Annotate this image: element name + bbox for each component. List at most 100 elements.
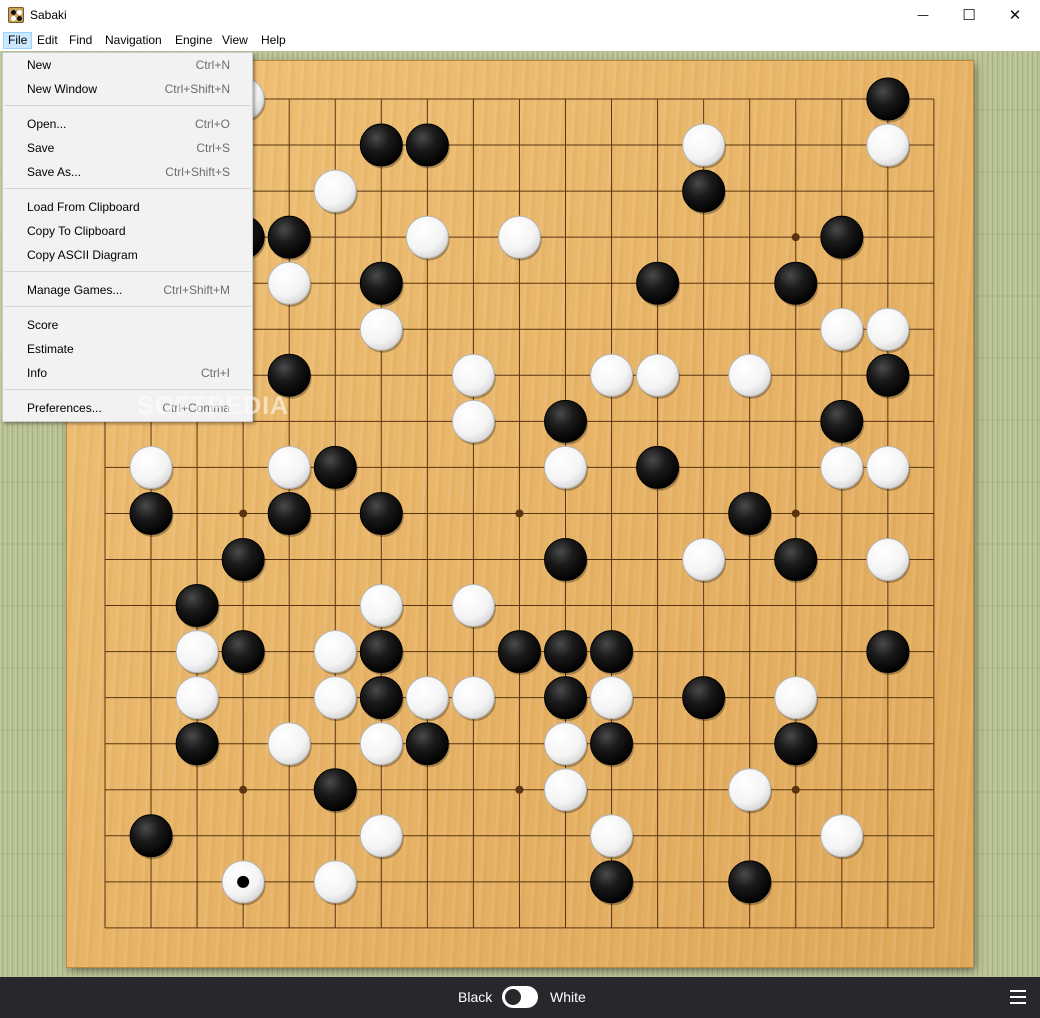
hamburger-menu-icon[interactable] xyxy=(1010,990,1026,1004)
white-stone[interactable] xyxy=(866,538,910,581)
white-stone[interactable] xyxy=(175,630,219,674)
white-stone[interactable] xyxy=(497,215,541,259)
white-stone[interactable] xyxy=(267,261,311,305)
white-stone[interactable] xyxy=(544,768,587,812)
menu-item-info[interactable]: Info Ctrl+I xyxy=(3,362,252,384)
black-stone[interactable] xyxy=(175,722,219,766)
black-stone[interactable] xyxy=(405,123,449,167)
black-stone[interactable] xyxy=(774,722,818,766)
black-stone[interactable] xyxy=(682,169,726,213)
black-stone[interactable] xyxy=(544,630,587,674)
menu-item-preferences[interactable]: Preferences... Ctrl+Comma xyxy=(3,397,252,419)
white-stone[interactable] xyxy=(774,676,818,720)
white-stone[interactable] xyxy=(820,814,864,858)
black-stone[interactable] xyxy=(682,676,726,720)
white-stone[interactable] xyxy=(682,123,726,167)
menu-item-save-as[interactable]: Save As... Ctrl+Shift+S xyxy=(3,161,252,183)
white-stone[interactable] xyxy=(405,215,449,259)
black-stone[interactable] xyxy=(866,353,910,397)
white-stone[interactable] xyxy=(451,353,495,397)
black-stone[interactable] xyxy=(405,722,449,766)
white-stone[interactable] xyxy=(544,722,587,766)
white-stone[interactable] xyxy=(728,768,772,812)
black-stone[interactable] xyxy=(728,860,772,904)
menu-item-manage-games[interactable]: Manage Games... Ctrl+Shift+M xyxy=(3,279,252,301)
black-stone[interactable] xyxy=(590,630,634,674)
white-stone[interactable] xyxy=(175,676,219,720)
black-stone[interactable] xyxy=(359,676,403,720)
black-stone[interactable] xyxy=(636,445,680,489)
black-stone[interactable] xyxy=(590,722,634,766)
white-stone[interactable] xyxy=(820,307,864,351)
menu-navigation[interactable]: Navigation xyxy=(101,32,166,49)
black-stone[interactable] xyxy=(129,491,173,535)
current-player-toggle[interactable] xyxy=(502,986,538,1008)
white-stone[interactable] xyxy=(590,676,634,720)
menu-item-load-from-clipboard[interactable]: Load From Clipboard xyxy=(3,196,252,218)
white-stone[interactable] xyxy=(313,630,357,674)
minimize-button[interactable]: — xyxy=(900,0,946,30)
maximize-button[interactable]: ☐ xyxy=(946,0,992,30)
black-stone[interactable] xyxy=(497,630,541,674)
black-stone[interactable] xyxy=(313,768,357,812)
white-stone[interactable] xyxy=(451,676,495,720)
white-stone[interactable] xyxy=(129,445,173,489)
menu-file[interactable]: File xyxy=(3,32,33,49)
white-stone[interactable] xyxy=(590,353,634,397)
black-stone[interactable] xyxy=(866,77,910,121)
white-stone[interactable] xyxy=(267,445,311,489)
white-stone[interactable] xyxy=(590,814,634,858)
menu-item-new-window[interactable]: New Window Ctrl+Shift+N xyxy=(3,78,252,100)
black-stone[interactable] xyxy=(544,538,587,581)
black-stone[interactable] xyxy=(221,538,265,581)
menu-item-estimate[interactable]: Estimate xyxy=(3,338,252,360)
white-stone[interactable] xyxy=(313,676,357,720)
black-stone[interactable] xyxy=(359,261,403,305)
menu-item-copy-ascii-diagram[interactable]: Copy ASCII Diagram xyxy=(3,244,252,266)
black-stone[interactable] xyxy=(728,491,772,535)
white-stone[interactable] xyxy=(359,814,403,858)
white-stone[interactable] xyxy=(866,123,910,167)
white-stone[interactable] xyxy=(682,538,726,581)
menu-view[interactable]: View xyxy=(218,32,252,49)
black-stone[interactable] xyxy=(820,215,864,259)
white-stone[interactable] xyxy=(820,445,864,489)
black-stone[interactable] xyxy=(636,261,680,305)
white-stone[interactable] xyxy=(359,584,403,628)
white-stone[interactable] xyxy=(313,169,357,213)
white-stone[interactable] xyxy=(728,353,772,397)
white-stone[interactable] xyxy=(451,584,495,628)
menu-help[interactable]: Help xyxy=(257,32,290,49)
black-stone[interactable] xyxy=(774,538,818,581)
black-stone[interactable] xyxy=(359,630,403,674)
white-stone[interactable] xyxy=(359,307,403,351)
black-stone[interactable] xyxy=(820,399,864,443)
black-stone[interactable] xyxy=(267,491,311,535)
black-stone[interactable] xyxy=(221,630,265,674)
white-stone[interactable] xyxy=(636,353,680,397)
black-stone[interactable] xyxy=(313,445,357,489)
menu-item-save[interactable]: Save Ctrl+S xyxy=(3,137,252,159)
black-stone[interactable] xyxy=(129,814,173,858)
menu-edit[interactable]: Edit xyxy=(33,32,62,49)
black-stone[interactable] xyxy=(267,215,311,259)
white-stone[interactable] xyxy=(267,722,311,766)
black-stone[interactable] xyxy=(359,491,403,535)
menu-item-score[interactable]: Score xyxy=(3,314,252,336)
black-stone[interactable] xyxy=(544,399,587,443)
menu-item-new[interactable]: New Ctrl+N xyxy=(3,54,252,76)
white-stone[interactable] xyxy=(544,445,587,489)
black-stone[interactable] xyxy=(866,630,910,674)
menu-item-copy-to-clipboard[interactable]: Copy To Clipboard xyxy=(3,220,252,242)
menu-engine[interactable]: Engine xyxy=(171,32,216,49)
black-stone[interactable] xyxy=(267,353,311,397)
black-stone[interactable] xyxy=(590,860,634,904)
white-stone[interactable] xyxy=(451,399,495,443)
white-stone[interactable] xyxy=(313,860,357,904)
menu-find[interactable]: Find xyxy=(65,32,96,49)
black-stone[interactable] xyxy=(774,261,818,305)
black-stone[interactable] xyxy=(359,123,403,167)
black-stone[interactable] xyxy=(175,584,219,628)
white-stone[interactable] xyxy=(359,722,403,766)
close-button[interactable]: ✕ xyxy=(992,0,1038,30)
